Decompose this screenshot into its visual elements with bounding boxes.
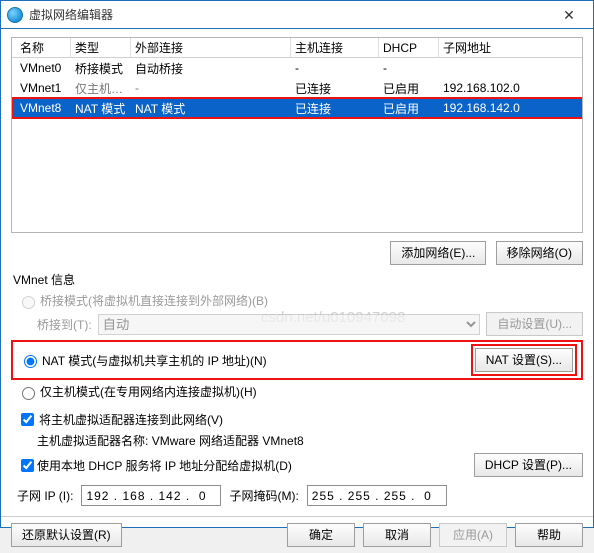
- cell-ext: 自动桥接: [131, 60, 291, 77]
- subnet-row: 子网 IP (I): 子网掩码(M):: [17, 485, 583, 506]
- ok-button[interactable]: 确定: [287, 523, 355, 547]
- host-adapter-name-row: 主机虚拟适配器名称: VMware 网络适配器 VMnet8: [37, 432, 583, 449]
- dialog-buttons: 还原默认设置(R) 确定 取消 应用(A) 帮助: [1, 516, 593, 553]
- cell-name: VMnet8: [16, 101, 71, 115]
- subnet-ip-label: 子网 IP (I):: [17, 487, 73, 504]
- vmnet-info-label: VMnet 信息: [13, 271, 583, 288]
- col-dhcp[interactable]: DHCP: [379, 38, 439, 57]
- dhcp-settings-button[interactable]: DHCP 设置(P)...: [474, 453, 583, 477]
- host-adapter-label: 将主机虚拟适配器连接到此网络(V): [39, 411, 223, 428]
- cell-host: 已连接: [291, 100, 379, 117]
- host-adapter-name-value: VMware 网络适配器 VMnet8: [152, 434, 304, 448]
- table-row[interactable]: VMnet0 桥接模式 自动桥接 - -: [12, 58, 582, 78]
- host-adapter-name-label: 主机虚拟适配器名称:: [37, 434, 148, 448]
- auto-set-button: 自动设置(U)...: [486, 312, 583, 336]
- cell-type: 桥接模式: [71, 60, 131, 77]
- cell-name: VMnet1: [16, 81, 71, 95]
- col-type[interactable]: 类型: [71, 38, 131, 57]
- nat-settings-highlight: NAT 设置(S)...: [471, 344, 577, 376]
- col-subnet[interactable]: 子网地址: [439, 38, 578, 57]
- bridge-mode-radio-row: 桥接模式(将虚拟机直接连接到外部网络)(B): [17, 292, 583, 309]
- cell-dhcp: 已启用: [379, 100, 439, 117]
- host-adapter-check-row[interactable]: 将主机虚拟适配器连接到此网络(V): [17, 410, 583, 429]
- globe-icon: [7, 7, 23, 23]
- bridge-to-label: 桥接到(T):: [37, 316, 92, 333]
- cell-subnet: 192.168.102.0: [439, 81, 578, 95]
- cancel-button[interactable]: 取消: [363, 523, 431, 547]
- dhcp-label: 使用本地 DHCP 服务将 IP 地址分配给虚拟机(D): [37, 457, 292, 474]
- table-header: 名称 类型 外部连接 主机连接 DHCP 子网地址: [12, 38, 582, 58]
- bridge-mode-radio: [22, 296, 35, 309]
- add-network-button[interactable]: 添加网络(E)...: [390, 241, 486, 265]
- dhcp-row: 使用本地 DHCP 服务将 IP 地址分配给虚拟机(D) DHCP 设置(P).…: [17, 453, 583, 477]
- dialog-window: 虚拟网络编辑器 ✕ csdn.net/u010947098 名称 类型 外部连接…: [0, 0, 594, 528]
- cell-type: NAT 模式: [71, 100, 131, 117]
- remove-network-button[interactable]: 移除网络(O): [496, 241, 583, 265]
- col-name[interactable]: 名称: [16, 38, 71, 57]
- cell-host: -: [291, 61, 379, 75]
- col-host[interactable]: 主机连接: [291, 38, 379, 57]
- cell-dhcp: 已启用: [379, 80, 439, 97]
- hostonly-mode-radio[interactable]: [22, 387, 35, 400]
- restore-defaults-button[interactable]: 还原默认设置(R): [11, 523, 122, 547]
- cell-dhcp: -: [379, 61, 439, 75]
- cell-ext: -: [131, 81, 291, 95]
- network-buttons: 添加网络(E)... 移除网络(O): [11, 241, 583, 265]
- hostonly-mode-label: 仅主机模式(在专用网络内连接虚拟机)(H): [40, 383, 257, 400]
- subnet-ip-input[interactable]: [81, 485, 221, 506]
- subnet-mask-label: 子网掩码(M):: [229, 487, 298, 504]
- bridge-to-select: 自动: [98, 314, 481, 335]
- hostonly-mode-radio-row[interactable]: 仅主机模式(在专用网络内连接虚拟机)(H): [17, 383, 583, 400]
- close-button[interactable]: ✕: [549, 4, 589, 26]
- cell-subnet: 192.168.142.0: [439, 101, 578, 115]
- host-adapter-checkbox[interactable]: [21, 413, 34, 426]
- table-row-selected[interactable]: VMnet8 NAT 模式 NAT 模式 已连接 已启用 192.168.142…: [12, 98, 582, 118]
- cell-type: 仅主机…: [71, 80, 131, 97]
- cell-name: VMnet0: [16, 61, 71, 75]
- cell-ext: NAT 模式: [131, 100, 291, 117]
- cell-host: 已连接: [291, 80, 379, 97]
- subnet-mask-input[interactable]: [307, 485, 447, 506]
- network-table: 名称 类型 外部连接 主机连接 DHCP 子网地址 VMnet0 桥接模式 自动…: [11, 37, 583, 233]
- help-button[interactable]: 帮助: [515, 523, 583, 547]
- titlebar: 虚拟网络编辑器 ✕: [1, 1, 593, 29]
- dhcp-checkbox[interactable]: [21, 459, 34, 472]
- nat-mode-radio-row[interactable]: NAT 模式(与虚拟机共享主机的 IP 地址)(N): [19, 352, 267, 369]
- apply-button[interactable]: 应用(A): [439, 523, 507, 547]
- table-row[interactable]: VMnet1 仅主机… - 已连接 已启用 192.168.102.0: [12, 78, 582, 98]
- nat-mode-label: NAT 模式(与虚拟机共享主机的 IP 地址)(N): [42, 352, 267, 369]
- nat-mode-radio[interactable]: [24, 355, 37, 368]
- col-ext[interactable]: 外部连接: [131, 38, 291, 57]
- nat-mode-block: NAT 模式(与虚拟机共享主机的 IP 地址)(N) NAT 设置(S)...: [11, 340, 583, 380]
- bridge-mode-label: 桥接模式(将虚拟机直接连接到外部网络)(B): [40, 292, 268, 309]
- window-title: 虚拟网络编辑器: [29, 6, 549, 23]
- nat-settings-button[interactable]: NAT 设置(S)...: [475, 348, 573, 372]
- bridge-to-row: 桥接到(T): 自动 自动设置(U)...: [37, 312, 583, 336]
